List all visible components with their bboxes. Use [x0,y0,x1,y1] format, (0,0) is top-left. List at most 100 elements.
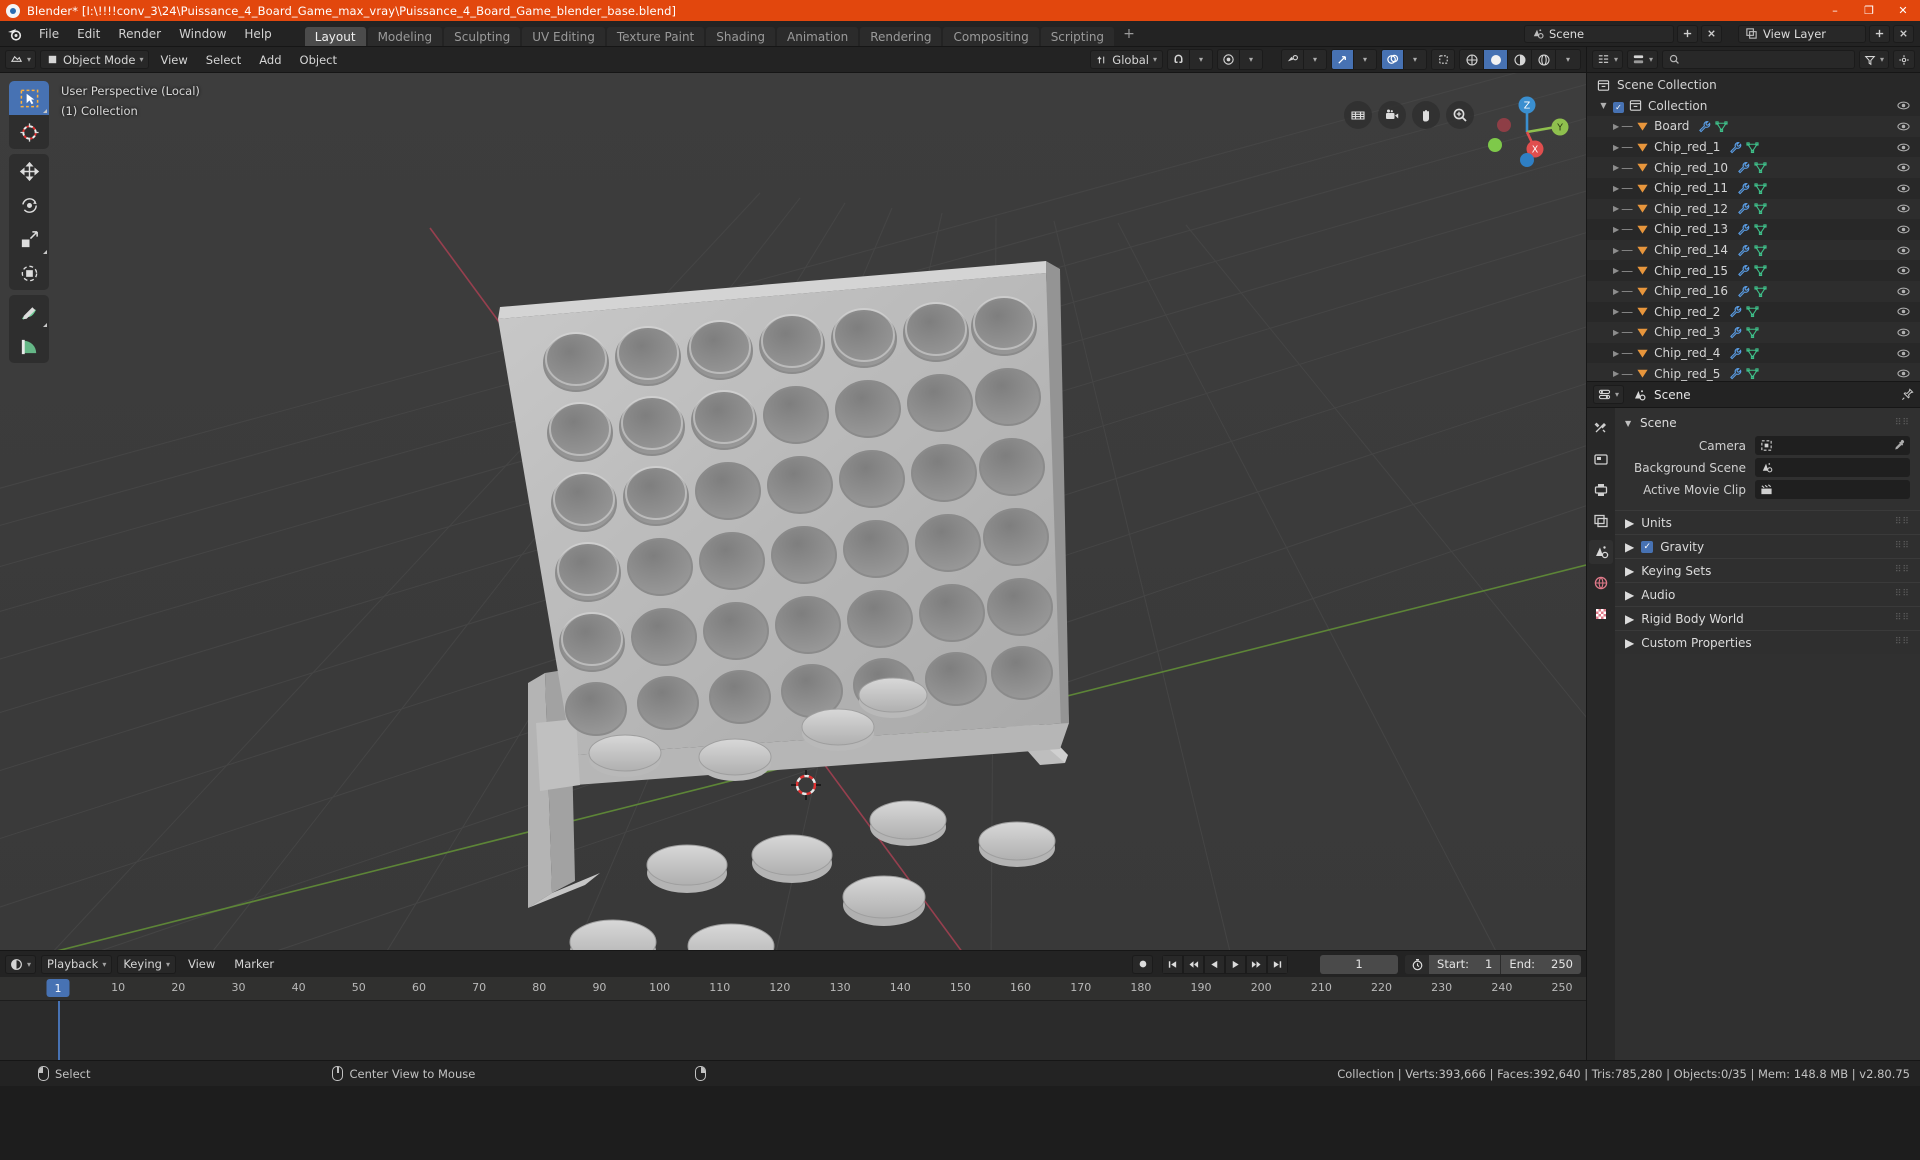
outliner-row-object[interactable]: ▶ — Chip_red_11 [1587,178,1920,199]
timeline-editor-type-selector[interactable]: ▾ [5,954,37,974]
gizmo-icon[interactable] [1332,50,1354,69]
property-value-field[interactable] [1755,458,1910,477]
magnet-icon[interactable] [1168,50,1190,69]
snap-settings-chevron-down-icon[interactable]: ▾ [1190,50,1212,69]
tab-shading[interactable]: Shading [706,27,775,46]
modifier-icon[interactable] [1737,182,1750,195]
tab-layout[interactable]: Layout [304,27,366,46]
shading-chevron-down-icon[interactable]: ▾ [1556,50,1580,69]
disclosure-triangle-icon[interactable]: ▶ [1613,369,1619,378]
disclosure-triangle-icon[interactable]: ▼ [1599,101,1608,110]
proportional-edit-icon[interactable] [1218,50,1240,69]
tab-modeling[interactable]: Modeling [367,27,443,46]
mesh-data-icon[interactable] [1746,326,1759,339]
pin-icon[interactable] [1901,388,1914,401]
tab-rendering[interactable]: Rendering [860,27,942,46]
collapsed-panel-keying-sets[interactable]: ▶ Keying Sets ⠿⠿ [1615,558,1920,582]
toggle-camera-view-icon[interactable] [1378,101,1406,129]
modifier-icon[interactable] [1737,244,1750,257]
hide-in-viewport-toggle[interactable] [1897,367,1910,380]
mesh-data-icon[interactable] [1746,347,1759,360]
disclosure-triangle-icon[interactable]: ▶ [1613,349,1619,358]
visibility-chevron-down-icon[interactable]: ▾ [1304,50,1326,69]
disclosure-triangle-icon[interactable]: ▶ [1613,287,1619,296]
outliner-row-object[interactable]: ▶ — Chip_red_1 [1587,137,1920,158]
outliner-row-object[interactable]: ▶ — Chip_red_13 [1587,219,1920,240]
mesh-data-icon[interactable] [1754,182,1767,195]
hide-in-viewport-toggle[interactable] [1897,223,1910,236]
disclosure-triangle-icon[interactable]: ▶ [1613,307,1619,316]
current-frame-field[interactable]: 1 [1320,954,1399,974]
transform-orientation-selector[interactable]: Global ▾ [1090,50,1163,69]
hide-in-viewport-toggle[interactable] [1897,161,1910,174]
disclosure-triangle-icon[interactable]: ▶ [1613,266,1619,275]
collapsed-panel-gravity[interactable]: ▶ ✓ Gravity ⠿⠿ [1615,534,1920,558]
timeline-playhead[interactable] [58,1001,60,1060]
hide-in-viewport-toggle[interactable] [1897,99,1910,112]
outliner-row-object[interactable]: ▶ — Chip_red_10 [1587,157,1920,178]
disclosure-triangle-icon[interactable]: ▶ [1613,122,1619,131]
modifier-icon[interactable] [1737,161,1750,174]
xray-icon[interactable] [1432,50,1454,69]
outliner-row-object[interactable]: ▶ — Chip_red_4 [1587,343,1920,364]
hide-in-viewport-toggle[interactable] [1897,244,1910,257]
jump-to-next-keyframe-button[interactable] [1246,954,1268,974]
new-scene-button[interactable] [1677,24,1698,43]
hide-in-viewport-toggle[interactable] [1897,182,1910,195]
mesh-data-icon[interactable] [1754,285,1767,298]
property-value-field[interactable] [1755,436,1910,455]
tab-texture-paint[interactable]: Texture Paint [606,27,705,46]
rotate-tool[interactable] [9,188,49,222]
tab-scripting[interactable]: Scripting [1040,27,1115,46]
play-button[interactable] [1225,954,1247,974]
viewport-menu-add[interactable]: Add [252,53,288,67]
jump-to-end-button[interactable] [1267,954,1289,974]
modifier-icon[interactable] [1729,347,1742,360]
close-button[interactable]: ✕ [1886,0,1920,21]
outliner-row-object[interactable]: ▶ — Chip_red_3 [1587,322,1920,343]
timeline-playhead-label[interactable]: 1 [46,979,70,997]
hide-in-viewport-toggle[interactable] [1897,202,1910,215]
outliner-editor-type-selector[interactable]: ▾ [1592,50,1624,69]
disclosure-triangle-icon[interactable]: ▶ [1613,163,1619,172]
timeline-menu-marker[interactable]: Marker [227,957,281,971]
use-preview-range-icon[interactable] [1405,954,1430,974]
visibility-icon[interactable] [1282,50,1304,69]
viewport-menu-select[interactable]: Select [199,53,248,67]
mesh-data-icon[interactable] [1754,161,1767,174]
collapsed-panel-audio[interactable]: ▶ Audio ⠿⠿ [1615,582,1920,606]
outliner-filter-button[interactable]: ▾ [1858,50,1889,69]
outliner-options-button[interactable] [1893,50,1915,69]
outliner-search-input[interactable] [1662,50,1855,69]
remove-view-layer-button[interactable] [1893,24,1914,43]
outliner-row-object[interactable]: ▶ — Board [1587,116,1920,137]
shading-rendered-icon[interactable] [1532,50,1556,69]
frame-start-field[interactable]: Start: 1 [1429,954,1502,974]
mesh-data-icon[interactable] [1746,141,1759,154]
mesh-data-icon[interactable] [1754,244,1767,257]
add-workspace-button[interactable]: + [1116,26,1142,42]
menu-edit[interactable]: Edit [68,21,109,47]
disclosure-triangle-icon[interactable]: ▶ [1613,328,1619,337]
menu-help[interactable]: Help [235,21,280,47]
jump-to-start-button[interactable] [1162,954,1184,974]
disclosure-triangle-icon[interactable]: ▶ [1613,225,1619,234]
move-tool[interactable] [9,154,49,188]
modifier-icon[interactable] [1729,141,1742,154]
interaction-mode-selector[interactable]: Object Mode ▾ [40,50,150,69]
modifier-icon[interactable] [1737,202,1750,215]
frame-end-field[interactable]: End: 250 [1501,954,1581,974]
modifier-icon[interactable] [1729,367,1742,380]
eyedropper-icon[interactable] [1892,439,1905,452]
outliner-row-collection[interactable]: ▼ ✓ Collection [1587,96,1920,117]
scene-panel-header[interactable]: ▼ Scene ⠿⠿ [1615,412,1920,434]
timeline-menu-view[interactable]: View [181,957,222,971]
property-value-field[interactable] [1755,480,1910,499]
mesh-data-icon[interactable] [1715,120,1729,133]
overlays-chevron-down-icon[interactable]: ▾ [1404,50,1426,69]
outliner-row-object[interactable]: ▶ — Chip_red_16 [1587,280,1920,302]
pan-view-icon[interactable] [1412,101,1440,129]
modifier-icon[interactable] [1737,285,1750,298]
navigation-gizmo[interactable]: Z Y X [1482,87,1572,177]
collection-checkbox[interactable]: ✓ [1613,99,1624,113]
